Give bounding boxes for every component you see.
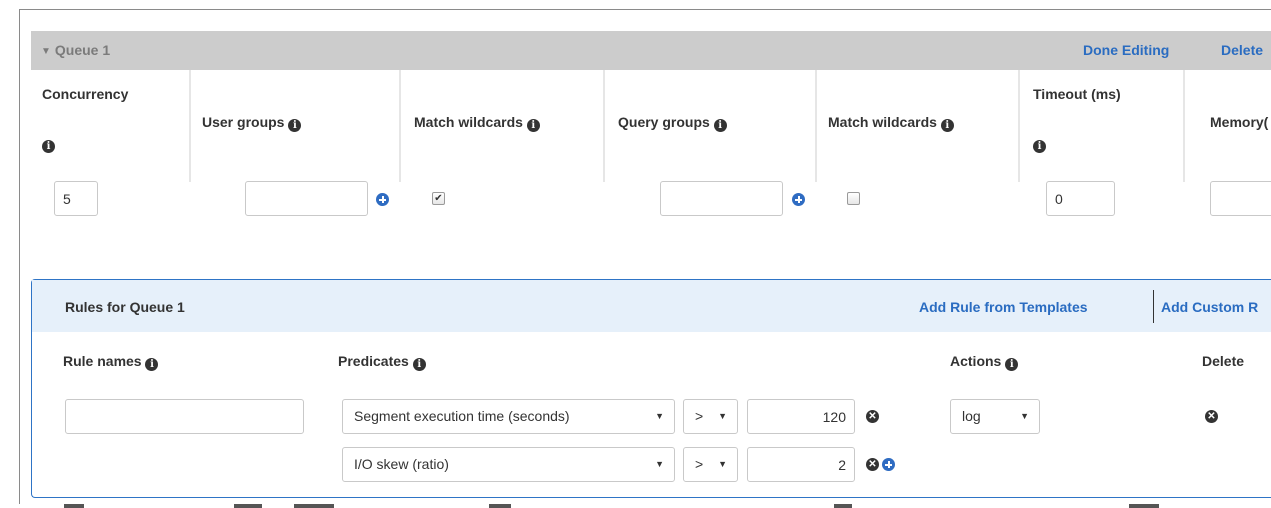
- header-match-wildcards-query: Match wildcards i: [828, 114, 954, 132]
- predicate-operator-value: >: [695, 408, 704, 424]
- predicate-operator-select[interactable]: > ▼: [683, 447, 738, 482]
- rule-name-input[interactable]: [65, 399, 304, 434]
- info-icon[interactable]: i: [288, 119, 302, 132]
- caret-down-icon: ▼: [718, 459, 727, 469]
- predicate-metric-value: I/O skew (ratio): [354, 456, 449, 472]
- info-icon[interactable]: i: [713, 119, 727, 132]
- queue-header-bar[interactable]: ▼ Queue 1 Done Editing Delete: [31, 31, 1271, 70]
- caret-down-icon: ▼: [655, 459, 664, 469]
- info-icon[interactable]: i: [1033, 140, 1046, 153]
- header-match-wildcards-user: Match wildcards i: [414, 114, 540, 132]
- info-icon[interactable]: i: [42, 140, 55, 153]
- header-user-groups-label: User groups: [202, 114, 285, 130]
- header-match-wildcards-label: Match wildcards: [828, 114, 937, 130]
- header-memory: Memory(: [1210, 114, 1269, 130]
- predicate-value-input[interactable]: [747, 447, 855, 482]
- header-concurrency: Concurrency: [42, 86, 129, 102]
- delete-queue-link[interactable]: Delete: [1221, 42, 1263, 58]
- match-wildcards-user-checkbox[interactable]: ✔: [432, 192, 445, 205]
- column-divider: [399, 70, 401, 182]
- column-divider: [603, 70, 605, 182]
- remove-predicate-icon[interactable]: ✕: [866, 410, 879, 423]
- caret-down-icon: ▼: [718, 411, 727, 421]
- add-user-group-icon[interactable]: [376, 193, 389, 206]
- column-divider: [815, 70, 817, 182]
- add-custom-rule-link[interactable]: Add Custom R: [1161, 299, 1258, 315]
- header-match-wildcards-label: Match wildcards: [414, 114, 523, 130]
- header-user-groups: User groups i: [202, 114, 302, 132]
- rules-panel: Rules for Queue 1 Add Rule from Template…: [31, 279, 1271, 498]
- add-rule-from-templates-link[interactable]: Add Rule from Templates: [919, 299, 1088, 315]
- predicate-metric-select[interactable]: I/O skew (ratio) ▼: [342, 447, 675, 482]
- match-wildcards-query-checkbox[interactable]: [847, 192, 860, 205]
- action-select[interactable]: log ▼: [950, 399, 1040, 434]
- predicate-operator-select[interactable]: > ▼: [683, 399, 738, 434]
- add-predicate-icon[interactable]: [882, 458, 895, 471]
- timeout-input[interactable]: [1046, 181, 1115, 216]
- header-actions-label: Actions: [950, 353, 1002, 369]
- header-actions: Actions i: [950, 353, 1019, 371]
- column-divider: [1183, 70, 1185, 182]
- remove-predicate-icon[interactable]: ✕: [866, 458, 879, 471]
- memory-input[interactable]: [1210, 181, 1271, 216]
- link-separator: [1153, 290, 1154, 323]
- caret-down-icon[interactable]: ▼: [41, 46, 51, 57]
- done-editing-link[interactable]: Done Editing: [1083, 42, 1169, 58]
- header-rule-names: Rule names i: [63, 353, 159, 371]
- column-divider: [189, 70, 191, 182]
- caret-down-icon: ▼: [1020, 411, 1029, 421]
- caret-down-icon: ▼: [655, 411, 664, 421]
- header-delete: Delete: [1202, 353, 1245, 369]
- rules-title: Rules for Queue 1: [65, 299, 185, 315]
- queue-title[interactable]: ▼ Queue 1: [41, 42, 110, 58]
- predicate-value-input[interactable]: [747, 399, 855, 434]
- header-rule-names-label: Rule names: [63, 353, 142, 369]
- info-icon[interactable]: i: [1005, 358, 1019, 371]
- header-query-groups-label: Query groups: [618, 114, 710, 130]
- column-divider: [1018, 70, 1020, 182]
- header-query-groups: Query groups i: [618, 114, 727, 132]
- header-predicates: Predicates i: [338, 353, 426, 371]
- info-icon[interactable]: i: [526, 119, 540, 132]
- queue-frame: ▼ Queue 1 Done Editing Delete Concurrency…: [19, 9, 1271, 504]
- info-icon[interactable]: i: [412, 358, 426, 371]
- header-predicates-label: Predicates: [338, 353, 409, 369]
- queue-title-label: Queue 1: [54, 42, 111, 58]
- info-icon[interactable]: i: [940, 119, 954, 132]
- predicate-metric-value: Segment execution time (seconds): [354, 408, 570, 424]
- action-value: log: [962, 408, 981, 424]
- rules-header: Rules for Queue 1 Add Rule from Template…: [32, 280, 1271, 332]
- add-query-group-icon[interactable]: [792, 193, 805, 206]
- header-timeout: Timeout (ms): [1033, 86, 1121, 102]
- info-icon[interactable]: i: [145, 358, 159, 371]
- concurrency-input[interactable]: [54, 181, 98, 216]
- user-groups-input[interactable]: [245, 181, 368, 216]
- delete-rule-icon[interactable]: ✕: [1205, 410, 1218, 423]
- predicate-operator-value: >: [695, 456, 704, 472]
- predicate-metric-select[interactable]: Segment execution time (seconds) ▼: [342, 399, 675, 434]
- query-groups-input[interactable]: [660, 181, 783, 216]
- next-row-peek: [19, 504, 1271, 508]
